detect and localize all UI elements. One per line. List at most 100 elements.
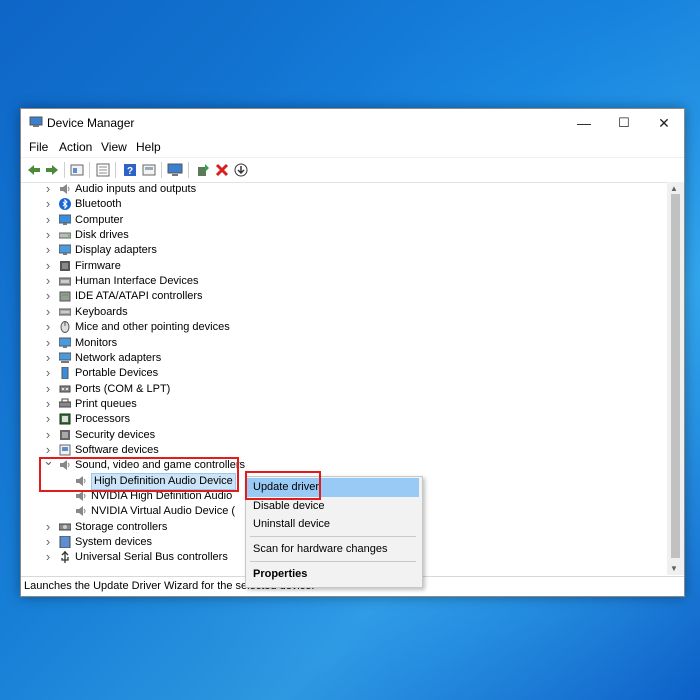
chevron-right-icon[interactable]: › xyxy=(43,366,53,379)
chevron-right-icon[interactable]: › xyxy=(43,520,53,533)
chevron-right-icon[interactable]: › xyxy=(43,274,53,287)
scroll-up-icon[interactable]: ▲ xyxy=(670,184,678,193)
menu-bar: File Action View Help xyxy=(21,137,684,157)
tree-category-row[interactable]: › Network adapters xyxy=(21,351,661,366)
window-title: Device Manager xyxy=(47,116,135,130)
context-properties-label: Properties xyxy=(253,568,308,580)
tree-item-label: Software devices xyxy=(75,443,159,456)
tree-category-row[interactable]: › Processors xyxy=(21,412,661,427)
chevron-right-icon[interactable]: › xyxy=(43,428,53,441)
remove-device-icon[interactable] xyxy=(214,162,230,178)
menu-view[interactable]: View xyxy=(101,140,127,154)
scroll-down-icon[interactable]: ▼ xyxy=(670,564,678,573)
add-driver-icon[interactable] xyxy=(195,162,211,178)
chevron-right-icon[interactable]: › xyxy=(43,535,53,548)
chevron-right-icon[interactable]: › xyxy=(43,213,53,226)
chevron-right-icon[interactable]: › xyxy=(43,336,53,349)
chevron-right-icon[interactable]: › xyxy=(43,351,53,364)
tree-item-label: Disk drives xyxy=(75,229,129,242)
device-manager-icon xyxy=(29,116,43,127)
highlight-box-update-driver xyxy=(245,471,321,500)
show-hidden-icon[interactable] xyxy=(141,162,157,178)
chevron-right-icon[interactable]: › xyxy=(43,412,53,425)
tree-category-row[interactable]: › Security devices xyxy=(21,428,661,443)
chevron-right-icon[interactable]: › xyxy=(43,289,53,302)
chevron-right-icon[interactable]: › xyxy=(43,182,53,195)
vertical-scrollbar[interactable]: ▲ ▼ xyxy=(667,182,684,575)
tree-category-row[interactable]: › Display adapters xyxy=(21,243,661,258)
tree-category-row[interactable]: › Ports (COM & LPT) xyxy=(21,382,661,397)
tree-category-row[interactable]: › Audio inputs and outputs xyxy=(21,182,661,197)
title-bar[interactable]: Device Manager — ☐ ✕ xyxy=(21,109,684,137)
chevron-right-icon[interactable]: › xyxy=(43,197,53,210)
tree-category-row[interactable]: › Print queues xyxy=(21,397,661,412)
tree-item-label: Monitors xyxy=(75,336,118,349)
tree-category-row[interactable]: › Human Interface Devices xyxy=(21,274,661,289)
bluetooth-icon xyxy=(59,198,71,211)
monitor-scan-icon[interactable] xyxy=(167,162,183,178)
usb-icon xyxy=(61,551,69,564)
menu-file[interactable]: File xyxy=(29,140,48,154)
speaker-icon xyxy=(60,184,70,194)
chevron-right-icon[interactable]: › xyxy=(43,228,53,241)
download-driver-icon[interactable] xyxy=(233,162,249,178)
minimize-button[interactable]: — xyxy=(564,109,604,137)
disk-icon xyxy=(59,232,71,239)
maximize-button[interactable]: ☐ xyxy=(604,109,644,137)
back-arrow-icon[interactable] xyxy=(26,162,42,178)
details-icon[interactable] xyxy=(95,162,111,178)
chevron-right-icon[interactable]: › xyxy=(43,243,53,256)
context-scan-hardware-label: Scan for hardware changes xyxy=(253,543,388,555)
close-button[interactable]: ✕ xyxy=(644,109,684,137)
display-icon xyxy=(59,244,71,256)
tree-item-label: Network adapters xyxy=(75,351,162,364)
chevron-right-icon[interactable]: › xyxy=(43,259,53,272)
menu-help[interactable]: Help xyxy=(136,140,161,154)
context-disable-device-label: Disable device xyxy=(253,500,325,512)
svg-text:?: ? xyxy=(127,166,133,177)
tree-item-label: NVIDIA Virtual Audio Device ( xyxy=(91,505,236,518)
tree-item-label: Security devices xyxy=(75,428,156,441)
port-icon xyxy=(59,385,71,393)
tree-item-label: Print queues xyxy=(75,397,137,410)
chevron-right-icon[interactable]: › xyxy=(43,382,53,395)
tree-category-row[interactable]: › Disk drives xyxy=(21,228,661,243)
forward-arrow-icon[interactable] xyxy=(44,162,60,178)
keyboard-icon xyxy=(59,308,71,316)
toolbar: ? xyxy=(21,157,684,183)
software-icon xyxy=(59,444,71,456)
tree-category-row[interactable]: › Bluetooth xyxy=(21,197,661,212)
chevron-right-icon[interactable]: › xyxy=(43,320,53,333)
highlight-box-category xyxy=(39,457,239,492)
help-icon[interactable]: ? xyxy=(122,162,138,178)
monitor-icon xyxy=(59,337,71,348)
tree-category-row[interactable]: › Mice and other pointing devices xyxy=(21,320,661,335)
tree-category-row[interactable]: › Keyboards xyxy=(21,305,661,320)
tree-category-row[interactable]: › Computer xyxy=(21,213,661,228)
tree-item-label: Keyboards xyxy=(75,305,128,318)
computer-icon xyxy=(59,214,71,225)
chevron-right-icon[interactable]: › xyxy=(43,550,53,563)
tree-category-row[interactable]: › Software devices xyxy=(21,443,661,458)
tree-item-label: Computer xyxy=(75,213,124,226)
portable-icon xyxy=(61,367,69,380)
chevron-right-icon[interactable]: › xyxy=(43,397,53,410)
firmware-icon xyxy=(60,260,70,271)
tree-category-row[interactable]: › Firmware xyxy=(21,259,661,274)
scrollbar-thumb[interactable] xyxy=(671,194,680,558)
tree-category-row[interactable]: › Monitors xyxy=(21,336,661,351)
context-scan-hardware[interactable]: Scan for hardware changes xyxy=(247,540,419,559)
menu-action[interactable]: Action xyxy=(59,140,92,154)
printer-icon xyxy=(59,398,71,408)
chevron-right-icon[interactable]: › xyxy=(43,305,53,318)
context-properties[interactable]: Properties xyxy=(247,565,419,584)
properties-icon[interactable] xyxy=(69,162,85,178)
tree-item-label: Firmware xyxy=(75,259,121,272)
tree-category-row[interactable]: › IDE ATA/ATAPI controllers xyxy=(21,289,661,304)
tree-category-row[interactable]: › Portable Devices xyxy=(21,366,661,381)
security-icon xyxy=(60,429,70,440)
tree-item-label: Portable Devices xyxy=(75,367,159,380)
tree-item-label: Human Interface Devices xyxy=(75,275,199,288)
speaker-icon xyxy=(76,506,86,517)
context-uninstall-device[interactable]: Uninstall device xyxy=(247,515,419,534)
